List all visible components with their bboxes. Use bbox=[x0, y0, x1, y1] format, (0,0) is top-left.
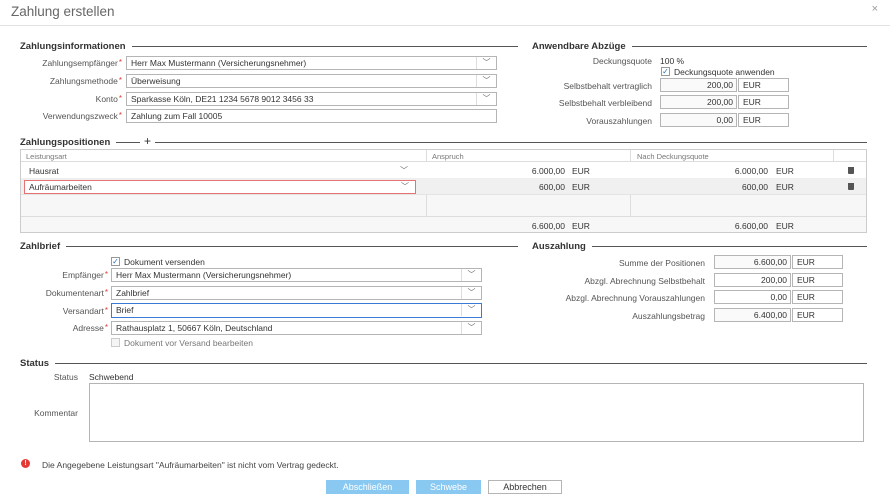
dialog-title-bar bbox=[0, 0, 890, 26]
currency-label: EUR bbox=[776, 221, 794, 231]
dokument-bearbeiten-checkbox[interactable] bbox=[111, 338, 120, 347]
currency-label: EUR bbox=[572, 182, 590, 192]
section-rule bbox=[20, 363, 867, 364]
sb-vertraglich-label: Selbstbehalt vertraglich bbox=[563, 81, 652, 91]
column-header-nach-deckungsquote: Nach Deckungsquote bbox=[637, 152, 709, 161]
abzgl-selbstbehalt-label: Abzgl. Abrechnung Selbstbehalt bbox=[584, 276, 705, 286]
currency-label: EUR bbox=[776, 182, 794, 192]
dokument-versenden-checkbox[interactable]: ✓ bbox=[111, 257, 120, 266]
zahlungsempfaenger-label: Zahlungsempfänger* bbox=[42, 58, 122, 68]
deckungsquote-value: 100 % bbox=[660, 56, 685, 66]
nach-deckungsquote-cell: 600,00 bbox=[742, 182, 768, 192]
currency-label: EUR bbox=[572, 166, 590, 176]
summe-value: 6.600,00 bbox=[714, 255, 791, 269]
dokumentenart-select[interactable]: Zahlbrief ﹀ bbox=[111, 286, 482, 300]
versandart-label: Versandart* bbox=[62, 306, 108, 316]
total-nach-deckungsquote: 6.600,00 bbox=[734, 221, 768, 231]
trash-icon[interactable] bbox=[848, 183, 854, 190]
abzgl-vorauszahlungen-input[interactable]: 0,00 bbox=[714, 290, 791, 304]
column-header-leistungsart: Leistungsart bbox=[26, 152, 67, 161]
section-title-status: Status bbox=[20, 358, 56, 369]
section-title-abzuege: Anwendbare Abzüge bbox=[532, 41, 632, 52]
add-position-icon[interactable]: + bbox=[140, 134, 156, 148]
trash-icon[interactable] bbox=[848, 167, 854, 174]
currency-label: EUR bbox=[792, 273, 843, 287]
kommentar-textarea[interactable] bbox=[89, 383, 864, 442]
section-title-zahlungspositionen: Zahlungspositionen bbox=[20, 137, 117, 148]
section-title-zahlungsinformationen: Zahlungsinformationen bbox=[20, 41, 132, 52]
sb-verbleibend-label: Selbstbehalt verbleibend bbox=[558, 98, 652, 108]
chevron-down-icon[interactable]: ﹀ bbox=[461, 304, 481, 316]
currency-label: EUR bbox=[738, 113, 789, 127]
abbrechen-button[interactable]: Abbrechen bbox=[488, 480, 562, 494]
currency-label: EUR bbox=[792, 255, 843, 269]
vorauszahlungen-value: 0,00 bbox=[660, 113, 737, 127]
currency-label: EUR bbox=[776, 166, 794, 176]
zahlungsempfaenger-select[interactable]: Herr Max Mustermann (Versicherungsnehmer… bbox=[126, 56, 497, 70]
error-icon: ! bbox=[21, 459, 30, 468]
dokumentenart-label: Dokumentenart* bbox=[45, 288, 108, 298]
empfaenger-label: Empfänger* bbox=[62, 270, 108, 280]
chevron-down-icon[interactable]: ﹀ bbox=[476, 93, 496, 105]
adresse-select[interactable]: Rathausplatz 1, 50667 Köln, Deutschland ﹀ bbox=[111, 321, 482, 335]
chevron-down-icon[interactable]: ﹀ bbox=[476, 75, 496, 87]
vorauszahlungen-label: Vorauszahlungen bbox=[586, 116, 652, 126]
verwendungszweck-input[interactable]: Zahlung zum Fall 10005 bbox=[126, 109, 497, 123]
konto-label: Konto* bbox=[95, 94, 122, 104]
close-icon[interactable]: × bbox=[872, 3, 878, 15]
auszahlungsbetrag-label: Auszahlungsbetrag bbox=[632, 311, 705, 321]
currency-label: EUR bbox=[738, 95, 789, 109]
sb-verbleibend-value: 200,00 bbox=[660, 95, 737, 109]
abzgl-vorauszahlungen-label: Abzgl. Abrechnung Vorauszahlungen bbox=[565, 293, 705, 303]
dokument-versenden-label: Dokument versenden bbox=[124, 257, 205, 267]
currency-label: EUR bbox=[792, 308, 843, 322]
anspruch-cell: 6.000,00 bbox=[531, 166, 565, 176]
verwendungszweck-label: Verwendungszweck* bbox=[42, 111, 122, 121]
status-label: Status bbox=[53, 372, 78, 382]
leistungsart-select-error[interactable]: Aufräumarbeiten ﹀ bbox=[24, 180, 416, 194]
chevron-down-icon[interactable]: ﹀ bbox=[400, 165, 408, 176]
empfaenger-select[interactable]: Herr Max Mustermann (Versicherungsnehmer… bbox=[111, 268, 482, 282]
chevron-down-icon[interactable]: ﹀ bbox=[476, 57, 496, 69]
zahlungsmethode-select[interactable]: Überweisung ﹀ bbox=[126, 74, 497, 88]
anspruch-cell: 600,00 bbox=[539, 182, 565, 192]
kommentar-label: Kommentar bbox=[34, 408, 78, 418]
chevron-down-icon[interactable]: ﹀ bbox=[461, 287, 481, 299]
adresse-label: Adresse* bbox=[72, 323, 108, 333]
section-rule bbox=[20, 246, 518, 247]
deckungsquote-checkbox-label: Deckungsquote anwenden bbox=[674, 67, 775, 77]
deckungsquote-checkbox[interactable]: ✓ bbox=[661, 67, 670, 76]
status-value: Schwebend bbox=[89, 372, 134, 382]
section-title-zahlbrief: Zahlbrief bbox=[20, 241, 67, 252]
chevron-down-icon[interactable]: ﹀ bbox=[461, 269, 481, 281]
currency-label: EUR bbox=[738, 78, 789, 92]
leistungsart-cell[interactable]: Hausrat bbox=[29, 166, 59, 176]
sb-vertraglich-value: 200,00 bbox=[660, 78, 737, 92]
zahlungsmethode-label: Zahlungsmethode* bbox=[49, 76, 122, 86]
dialog-title: Zahlung erstellen bbox=[11, 4, 115, 19]
konto-select[interactable]: Sparkasse Köln, DE21 1234 5678 9012 3456… bbox=[126, 92, 497, 106]
schwebe-button[interactable]: Schwebe bbox=[416, 480, 481, 494]
abschliessen-button[interactable]: Abschließen bbox=[326, 480, 409, 494]
summe-label: Summe der Positionen bbox=[619, 258, 705, 268]
versandart-select[interactable]: Brief ﹀ bbox=[111, 303, 482, 318]
auszahlungsbetrag-value: 6.400,00 bbox=[714, 308, 791, 322]
section-title-auszahlung: Auszahlung bbox=[532, 241, 592, 252]
chevron-down-icon[interactable]: ﹀ bbox=[395, 181, 415, 193]
deckungsquote-label: Deckungsquote bbox=[592, 56, 652, 66]
nach-deckungsquote-cell: 6.000,00 bbox=[734, 166, 768, 176]
chevron-down-icon[interactable]: ﹀ bbox=[461, 322, 481, 334]
column-header-anspruch: Anspruch bbox=[432, 152, 464, 161]
total-anspruch: 6.600,00 bbox=[531, 221, 565, 231]
currency-label: EUR bbox=[572, 221, 590, 231]
dokument-bearbeiten-label: Dokument vor Versand bearbeiten bbox=[124, 338, 253, 348]
abzgl-selbstbehalt-input[interactable]: 200,00 bbox=[714, 273, 791, 287]
currency-label: EUR bbox=[792, 290, 843, 304]
warning-text: Die Angegebene Leistungsart "Aufräumarbe… bbox=[42, 460, 339, 470]
